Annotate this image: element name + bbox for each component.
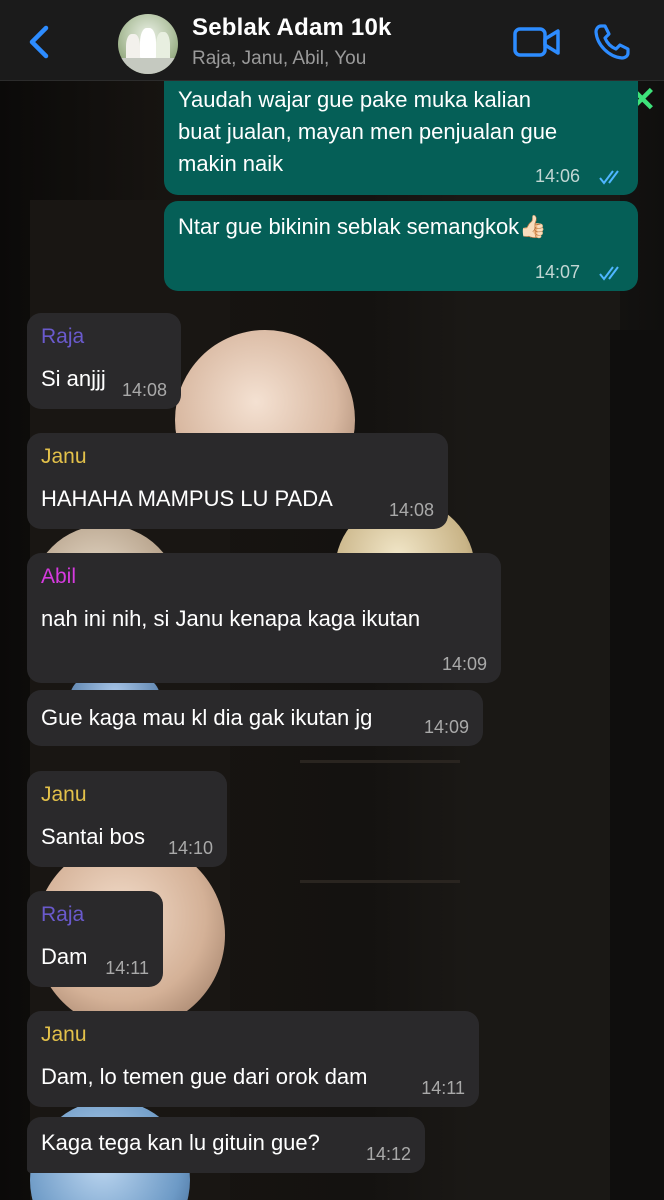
voice-call-button[interactable] — [592, 22, 632, 62]
message-text: Ntar gue bikinin seblak semangkok👍🏻 — [178, 214, 547, 239]
message-incoming[interactable]: Janu HAHAHA MAMPUS LU PADA 14:08 — [27, 433, 448, 529]
message-time: 14:08 — [388, 500, 434, 520]
read-receipt-icon — [599, 266, 619, 281]
sender-name[interactable]: Raja — [41, 325, 84, 349]
message-incoming[interactable]: Gue kaga mau kl dia gak ikutan jg 14:09 — [27, 690, 483, 746]
group-avatar[interactable] — [118, 14, 178, 74]
message-text: nah ini nih, si Janu kenapa kaga ikutan — [41, 606, 421, 631]
message-time: 14:07 — [534, 262, 580, 282]
message-text: Dam, lo temen gue dari orok dam — [41, 1064, 368, 1089]
message-incoming[interactable]: Abil nah ini nih, si Janu kenapa kaga ik… — [27, 553, 501, 683]
sender-name[interactable]: Janu — [41, 1023, 87, 1047]
message-time: 14:10 — [167, 838, 213, 858]
back-button[interactable] — [22, 20, 62, 64]
message-time: 14:11 — [105, 958, 149, 978]
message-text: Si anjjj — [41, 366, 106, 391]
sender-name[interactable]: Raja — [41, 903, 84, 927]
message-incoming[interactable]: Raja Si anjjj 14:08 — [27, 313, 181, 409]
video-camera-icon — [513, 27, 560, 57]
sender-name[interactable]: Janu — [41, 783, 87, 807]
chat-participants[interactable]: Raja, Janu, Abil, You — [192, 48, 366, 70]
message-time: 14:12 — [365, 1144, 411, 1164]
message-time: 14:06 — [534, 166, 580, 186]
message-incoming[interactable]: Kaga tega kan lu gituin gue? 14:12 — [27, 1117, 425, 1173]
message-outgoing[interactable]: Ntar gue bikinin seblak semangkok👍🏻 14:0… — [164, 201, 638, 291]
message-time: 14:11 — [421, 1078, 465, 1098]
phone-icon — [594, 24, 630, 60]
message-text: Santai bos — [41, 824, 145, 849]
message-time: 14:09 — [423, 717, 469, 737]
message-incoming[interactable]: Janu Dam, lo temen gue dari orok dam 14:… — [27, 1011, 479, 1107]
message-text: Gue kaga mau kl dia gak ikutan jg — [41, 705, 373, 730]
message-text: Yaudah wajar gue pake muka kalian buat j… — [178, 87, 558, 176]
chat-title[interactable]: Seblak Adam 10k — [192, 14, 392, 42]
video-call-button[interactable] — [512, 22, 562, 62]
chevron-left-icon — [29, 25, 49, 59]
sender-name[interactable]: Abil — [41, 565, 76, 589]
sender-name[interactable]: Janu — [41, 445, 87, 469]
message-incoming[interactable]: Janu Santai bos 14:10 — [27, 771, 227, 867]
message-text: Dam — [41, 944, 88, 969]
message-time: 14:09 — [441, 654, 487, 674]
message-time: 14:08 — [121, 380, 167, 400]
message-text: Kaga tega kan lu gituin gue? — [41, 1130, 320, 1155]
message-text: HAHAHA MAMPUS LU PADA — [41, 486, 333, 511]
message-incoming[interactable]: Raja Dam 14:11 — [27, 891, 163, 987]
read-receipt-icon — [599, 170, 619, 185]
chat-header: Seblak Adam 10k Raja, Janu, Abil, You — [0, 0, 664, 81]
message-outgoing[interactable]: Yaudah wajar gue pake muka kalian buat j… — [164, 80, 638, 195]
